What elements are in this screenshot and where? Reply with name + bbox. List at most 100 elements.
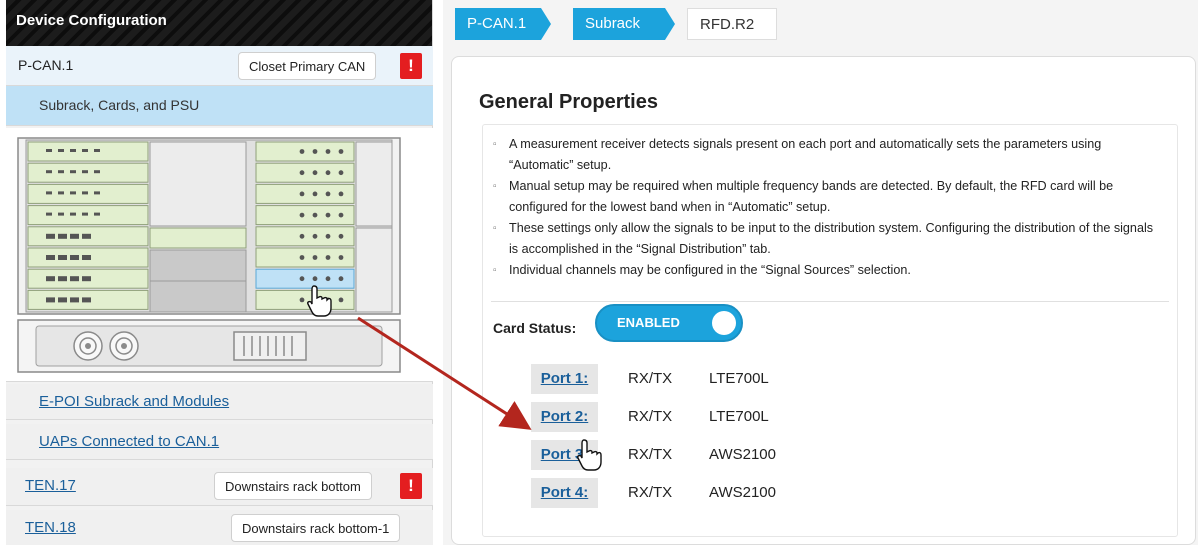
breadcrumb-pcan[interactable]: P-CAN.1 bbox=[455, 8, 541, 40]
bullet-text: Manual setup may be required when multip… bbox=[509, 179, 1114, 214]
rack-port-mark bbox=[82, 255, 91, 260]
rack-port-mark bbox=[70, 191, 76, 195]
rack-port-mark bbox=[325, 212, 331, 218]
pcan-label: P-CAN.1 bbox=[18, 57, 74, 73]
port-mode: RX/TX bbox=[628, 370, 673, 387]
rack-port-mark bbox=[299, 212, 305, 218]
rack-port-mark bbox=[299, 233, 305, 239]
bullet-text: Individual channels may be configured in… bbox=[509, 263, 911, 277]
rack-port-mark bbox=[299, 170, 305, 176]
info-box: ▫ A measurement receiver detects signals… bbox=[482, 124, 1178, 537]
breadcrumb-subrack[interactable]: Subrack bbox=[573, 8, 665, 40]
port-4-link[interactable]: Port 4: bbox=[531, 478, 598, 508]
rack-port-mark bbox=[325, 255, 331, 260]
port-2-link[interactable]: Port 2: bbox=[531, 402, 598, 432]
port-band: LTE700L bbox=[709, 408, 769, 425]
rack-port-mark bbox=[312, 276, 318, 282]
rack-port-mark bbox=[70, 212, 76, 216]
rack-port-mark bbox=[58, 276, 67, 282]
port-3-link[interactable]: Port 3: bbox=[531, 440, 598, 470]
ten18-link[interactable]: TEN.18 bbox=[25, 519, 76, 536]
rack-port-mark bbox=[70, 276, 79, 282]
pcan-alert-icon: ! bbox=[400, 53, 422, 79]
rack-port-mark bbox=[338, 212, 344, 218]
uaps-row[interactable]: UAPs Connected to CAN.1 bbox=[6, 424, 433, 460]
rack-port-mark bbox=[46, 191, 52, 195]
rack-port-mark bbox=[94, 212, 100, 216]
rack-port-mark bbox=[299, 297, 305, 303]
rack-port-mark bbox=[82, 212, 88, 216]
rack-port-mark bbox=[299, 276, 305, 282]
uaps-link[interactable]: UAPs Connected to CAN.1 bbox=[39, 433, 219, 450]
rack-port-mark bbox=[312, 170, 318, 176]
rack-port-mark bbox=[58, 255, 67, 260]
general-properties-card: General Properties ▫ A measurement recei… bbox=[451, 56, 1196, 545]
rack-port-mark bbox=[325, 297, 331, 303]
subrack-graphic bbox=[17, 137, 401, 373]
rack-port-mark bbox=[46, 149, 52, 152]
rack-port-mark bbox=[338, 149, 344, 154]
rack-port-mark bbox=[312, 233, 318, 239]
device-config-header: Device Configuration bbox=[6, 0, 432, 46]
rack-port-mark bbox=[325, 149, 331, 154]
bullet-dot-icon: ▫ bbox=[493, 265, 497, 276]
ten18-tag: Downstairs rack bottom-1 bbox=[231, 514, 401, 542]
rack-port-mark bbox=[70, 255, 79, 260]
breadcrumb-arrow-icon bbox=[541, 8, 551, 40]
pcan-row[interactable]: P-CAN.1 Closet Primary CAN ! bbox=[6, 46, 433, 86]
rack-port-mark bbox=[338, 255, 344, 260]
rack-port-mark bbox=[46, 233, 55, 239]
bullet-text: These settings only allow the signals to… bbox=[509, 221, 1154, 256]
rack-port-mark bbox=[58, 191, 64, 195]
main-panel: P-CAN.1 Subrack RFD.R2 General Propertie… bbox=[443, 0, 1198, 545]
rack-port-mark bbox=[70, 170, 76, 174]
rack-port-mark bbox=[82, 149, 88, 152]
rack-port-mark bbox=[325, 191, 331, 197]
subrack-row[interactable]: Subrack, Cards, and PSU bbox=[6, 86, 433, 126]
pcan-tag: Closet Primary CAN bbox=[238, 52, 377, 80]
rack-port-mark bbox=[46, 276, 55, 282]
rack-port-mark bbox=[46, 297, 55, 303]
rack-port-mark bbox=[46, 170, 52, 174]
epoi-row[interactable]: E-POI Subrack and Modules bbox=[6, 384, 433, 420]
rack-port-mark bbox=[46, 255, 55, 260]
rack-port-mark bbox=[299, 255, 305, 260]
rack-port-mark bbox=[82, 170, 88, 174]
card-status-toggle[interactable]: ENABLED bbox=[595, 304, 743, 342]
rack-port-mark bbox=[58, 297, 67, 303]
rack-port-mark bbox=[312, 255, 318, 260]
rack-port-mark bbox=[82, 191, 88, 195]
port-band: LTE700L bbox=[709, 370, 769, 387]
rack-port-mark bbox=[312, 297, 318, 303]
subrack-label: Subrack, Cards, and PSU bbox=[39, 97, 200, 113]
rack-port-mark bbox=[299, 191, 305, 197]
port-mode: RX/TX bbox=[628, 484, 673, 501]
rack-port-mark bbox=[58, 170, 64, 174]
rack-port-mark bbox=[70, 233, 79, 239]
toggle-label: ENABLED bbox=[617, 315, 680, 330]
rack-port-mark bbox=[312, 149, 318, 154]
card-status-label: Card Status: bbox=[493, 320, 577, 336]
rack-port-mark bbox=[338, 297, 344, 303]
port-1-link[interactable]: Port 1: bbox=[531, 364, 598, 394]
bullet-dot-icon: ▫ bbox=[493, 139, 497, 150]
toggle-knob bbox=[712, 311, 736, 335]
rack-port-mark bbox=[325, 276, 331, 282]
rack-port-mark bbox=[338, 276, 344, 282]
bullet-text: A measurement receiver detects signals p… bbox=[509, 137, 1102, 172]
rack-port-mark bbox=[70, 297, 79, 303]
ten17-link[interactable]: TEN.17 bbox=[25, 477, 76, 494]
rack-port-mark bbox=[82, 297, 91, 303]
epoi-link[interactable]: E-POI Subrack and Modules bbox=[39, 393, 229, 410]
ten17-row[interactable]: TEN.17 Downstairs rack bottom ! bbox=[6, 468, 433, 506]
rack-port-mark bbox=[82, 233, 91, 239]
ten18-row[interactable]: TEN.18 Downstairs rack bottom-1 bbox=[6, 510, 433, 545]
rack-port-mark bbox=[70, 149, 76, 152]
device-config-panel: Device Configuration P-CAN.1 Closet Prim… bbox=[6, 0, 433, 545]
rack-port-mark bbox=[325, 233, 331, 239]
ten17-tag: Downstairs rack bottom bbox=[214, 472, 372, 500]
rack-port-mark bbox=[94, 191, 100, 195]
rack-port-mark bbox=[94, 149, 100, 152]
rack-port-mark bbox=[299, 149, 305, 154]
rack-port-mark bbox=[58, 212, 64, 216]
